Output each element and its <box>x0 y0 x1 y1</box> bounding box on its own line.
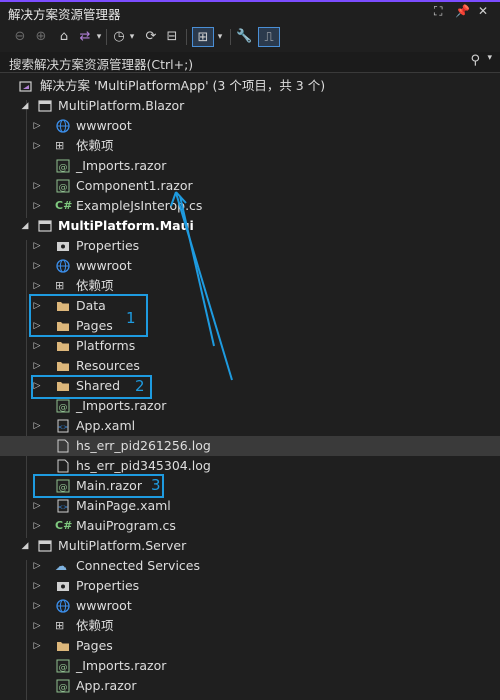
annotation-arrows <box>170 191 233 381</box>
annotation-arrow-line <box>175 192 233 381</box>
annotation-arrow-line <box>179 195 215 347</box>
